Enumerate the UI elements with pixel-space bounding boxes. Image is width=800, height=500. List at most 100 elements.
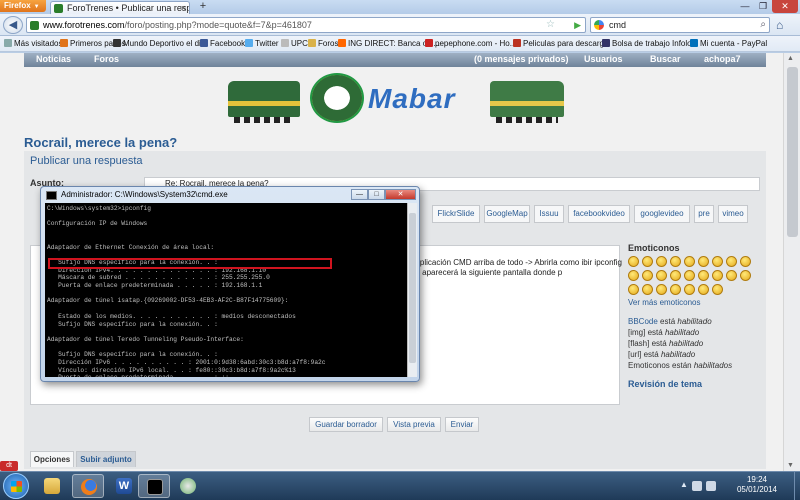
nav-buscar[interactable]: Buscar xyxy=(650,53,681,65)
start-button[interactable] xyxy=(3,473,29,499)
nav-user-account[interactable]: achopa7 xyxy=(704,53,741,65)
smiley-icon[interactable] xyxy=(712,284,723,295)
bookmark-item[interactable]: Bolsa de trabajo Infolo... xyxy=(602,36,698,51)
nav-noticias[interactable]: Noticias xyxy=(36,53,71,65)
bookmark-item[interactable]: Más visitados xyxy=(4,36,62,51)
go-arrow-icon[interactable]: ▶ xyxy=(574,18,581,32)
taskbar-xbox[interactable] xyxy=(172,474,204,498)
submit-button[interactable]: Enviar xyxy=(445,417,479,432)
taskbar-word[interactable]: W xyxy=(108,474,140,498)
cmd-window[interactable]: Administrador: C:\Windows\System32\cmd.e… xyxy=(40,186,420,382)
smiley-icon[interactable] xyxy=(656,270,667,281)
nav-usuarios[interactable]: Usuarios xyxy=(584,53,623,65)
message-text: la aplicación CMD arriba de todo -> Abri… xyxy=(407,258,622,277)
tab-subir-adjunto[interactable]: Subir adjunto xyxy=(76,451,136,467)
smiley-icon[interactable] xyxy=(740,256,751,267)
bbcode-vimeo-button[interactable]: vimeo xyxy=(718,205,748,223)
smiley-icon[interactable] xyxy=(670,270,681,281)
site-identity-icon[interactable] xyxy=(30,21,39,30)
bookmark-item[interactable]: UPC xyxy=(281,36,308,51)
search-input[interactable]: cmd xyxy=(609,18,626,32)
smiley-icon[interactable] xyxy=(628,270,639,281)
smiley-icon[interactable] xyxy=(684,256,695,267)
nav-foros[interactable]: Foros xyxy=(94,53,119,65)
preview-button[interactable]: Vista previa xyxy=(387,417,441,432)
cmd-scrollbar[interactable] xyxy=(407,203,417,377)
more-emoticons-link[interactable]: Ver más emoticonos xyxy=(628,298,763,307)
url-bar[interactable]: www.forotrenes.com/foro/posting.php?mode… xyxy=(26,17,586,33)
scroll-down-icon[interactable]: ▼ xyxy=(787,462,794,469)
bbcode-facebookvideo-button[interactable]: facebookvideo xyxy=(568,205,630,223)
page-scrollbar[interactable]: ▲ ▼ xyxy=(783,53,800,471)
scrollbar-thumb[interactable] xyxy=(787,67,798,237)
bbcode-flickrslide-button[interactable]: FlickrSlide xyxy=(432,205,480,223)
bookmark-item[interactable]: Foros xyxy=(308,36,338,51)
smiley-icon[interactable] xyxy=(684,270,695,281)
volume-icon[interactable] xyxy=(706,481,716,491)
scroll-up-icon[interactable]: ▲ xyxy=(787,55,794,62)
smiley-icon[interactable] xyxy=(656,256,667,267)
taskbar-cmd[interactable] xyxy=(138,474,170,498)
bookmark-item[interactable]: Facebook xyxy=(200,36,245,51)
bookmark-star-icon[interactable]: ☆ xyxy=(546,18,555,32)
cmd-close-button[interactable]: ✕ xyxy=(385,189,416,200)
cmd-scrollbar-thumb[interactable] xyxy=(409,213,416,363)
taskbar-explorer[interactable] xyxy=(36,474,68,498)
smiley-icon[interactable] xyxy=(670,256,681,267)
tray-expand-icon[interactable]: ▲ xyxy=(680,480,688,489)
url-text: www.forotrenes.com/foro/posting.php?mode… xyxy=(43,18,312,33)
smiley-icon[interactable] xyxy=(698,270,709,281)
bbcode-status-link[interactable]: BBCode xyxy=(628,317,658,326)
cmd-console[interactable]: C:\Windows\system32>ipconfig Configuraci… xyxy=(45,203,407,377)
bookmark-item[interactable]: pepephone.com - Ho... xyxy=(425,36,516,51)
bookmark-item[interactable]: Mundo Deportivo el di... xyxy=(113,36,208,51)
smiley-icon[interactable] xyxy=(628,256,639,267)
flag-icon[interactable] xyxy=(692,481,702,491)
bbcode-issuu-button[interactable]: Issuu xyxy=(534,205,564,223)
panel-heading: Publicar una respuesta xyxy=(30,155,143,167)
show-desktop-button[interactable] xyxy=(794,472,800,500)
bbcode-googlevideo-button[interactable]: googlevideo xyxy=(634,205,690,223)
smiley-icon[interactable] xyxy=(740,270,751,281)
smiley-icon[interactable] xyxy=(628,284,639,295)
bbcode-pre-button[interactable]: pre xyxy=(694,205,714,223)
smiley-icon[interactable] xyxy=(712,256,723,267)
system-clock[interactable]: 19:24 05/01/2014 xyxy=(722,475,792,495)
bbcode-googlemap-button[interactable]: GoogleMap xyxy=(484,205,530,223)
forum-banner[interactable]: Mabar xyxy=(228,71,568,129)
firefox-menu-button[interactable]: Firefox ▼ xyxy=(0,0,46,12)
search-icon[interactable]: ⌕ xyxy=(760,18,766,32)
smiley-icon[interactable] xyxy=(670,284,681,295)
new-tab-button[interactable]: + xyxy=(196,1,210,13)
smiley-icon[interactable] xyxy=(712,270,723,281)
smiley-icon[interactable] xyxy=(642,256,653,267)
back-button[interactable]: ◀ xyxy=(3,16,23,34)
search-bar[interactable]: cmd ⌕ xyxy=(590,17,770,33)
cmd-maximize-button[interactable]: □ xyxy=(368,189,385,200)
topic-review-link[interactable]: Revisión de tema xyxy=(628,379,763,389)
smiley-icon[interactable] xyxy=(726,256,737,267)
smiley-icon[interactable] xyxy=(684,284,695,295)
save-draft-button[interactable]: Guardar borrador xyxy=(309,417,383,432)
tab-forotrenes[interactable]: ForoTrenes • Publicar una respuesta × xyxy=(50,1,190,15)
home-icon[interactable]: ⌂ xyxy=(776,18,783,32)
smiley-icon[interactable] xyxy=(698,284,709,295)
cmd-minimize-button[interactable]: — xyxy=(351,189,368,200)
google-engine-icon[interactable] xyxy=(594,20,604,30)
bookmark-item[interactable]: Twitter xyxy=(245,36,279,51)
nav-private-messages[interactable]: (0 mensajes privados) xyxy=(474,53,569,65)
smiley-icon[interactable] xyxy=(642,270,653,281)
topic-title[interactable]: Rocrail, merece la pena? xyxy=(24,135,177,150)
smiley-icon[interactable] xyxy=(656,284,667,295)
close-window-button[interactable]: ✕ xyxy=(772,0,798,13)
browser-titlebar: Firefox▼ ForoTrenes • Publicar una respu… xyxy=(0,0,800,15)
smiley-icon[interactable] xyxy=(698,256,709,267)
smiley-icon[interactable] xyxy=(726,270,737,281)
bookmark-item[interactable]: Peliculas para descarg... xyxy=(513,36,611,51)
minimize-window-button[interactable]: — xyxy=(736,0,754,13)
tab-opciones[interactable]: Opciones xyxy=(30,451,74,467)
taskbar-firefox[interactable] xyxy=(72,474,104,498)
bookmark-item[interactable]: Mi cuenta - PayPal xyxy=(690,36,767,51)
smiley-icon[interactable] xyxy=(642,284,653,295)
maximize-window-button[interactable]: ❐ xyxy=(754,0,772,13)
